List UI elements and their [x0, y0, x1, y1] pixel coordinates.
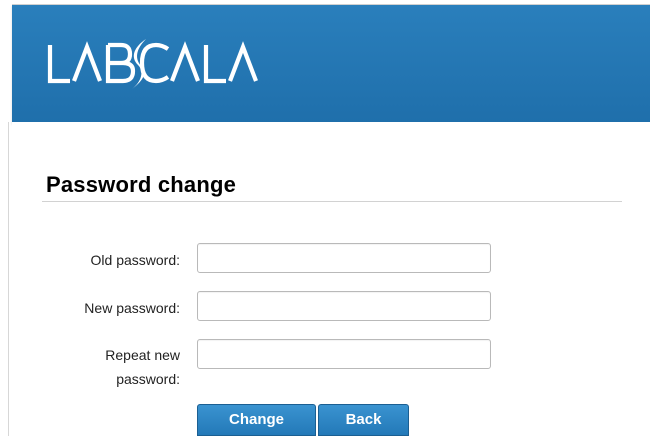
- page: Password change Old password: New passwo…: [0, 0, 650, 436]
- repeat-password-field[interactable]: [197, 339, 491, 369]
- labscala-logo-mark: [47, 39, 258, 89]
- page-title: Password change: [46, 172, 237, 197]
- repeat-password-label-line1: Repeat new: [105, 347, 180, 363]
- back-button[interactable]: Back: [318, 404, 409, 436]
- app-header: [12, 4, 650, 123]
- change-button[interactable]: Change: [197, 404, 316, 436]
- old-password-field[interactable]: [197, 243, 491, 273]
- labscala-logo: [46, 39, 306, 89]
- header-spacer: [12, 122, 650, 148]
- old-password-label: Old password:: [90, 252, 180, 268]
- new-password-label: New password:: [84, 300, 180, 316]
- repeat-password-label-line2: password:: [116, 371, 180, 387]
- frame-divider: [8, 122, 9, 436]
- new-password-field[interactable]: [197, 291, 491, 321]
- title-divider: [42, 201, 622, 202]
